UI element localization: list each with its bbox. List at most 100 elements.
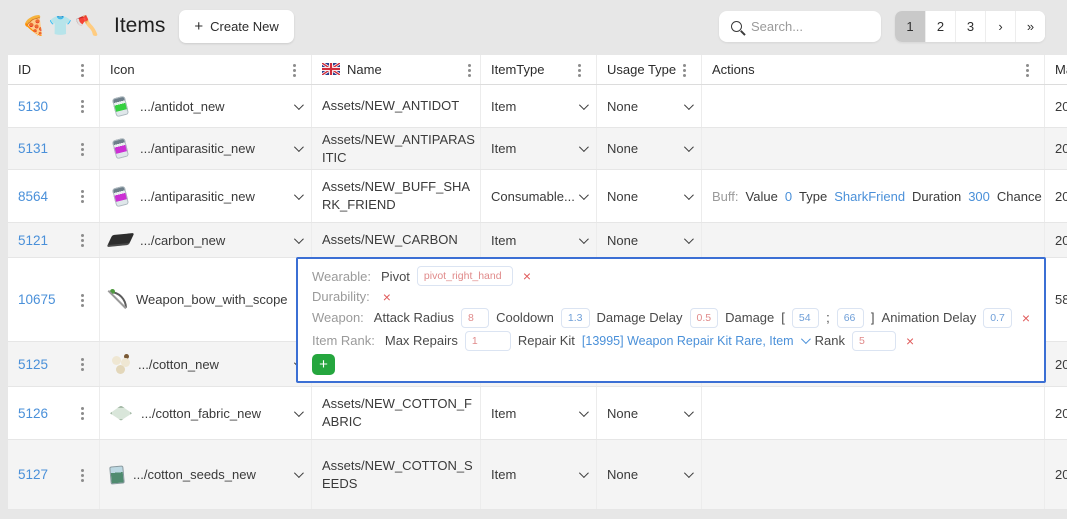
chevron-down-icon [579,142,589,152]
item-name: Assets/NEW_COTTON_SEEDS [322,457,476,492]
chevron-down-icon [579,407,589,417]
chevron-down-icon[interactable] [294,407,304,417]
damage-separator: ; [826,310,830,325]
actions-cell [702,85,1045,127]
max-repairs-label: Max Repairs [385,333,458,348]
item-id-link[interactable]: 5131 [18,141,48,156]
kebab-icon[interactable] [1022,62,1034,78]
itemtype-value: Item [491,141,516,156]
attack-radius-input[interactable]: 8 [461,308,489,328]
itemtype-dropdown[interactable]: Item [481,387,597,439]
kebab-icon[interactable] [77,62,89,78]
table-row: 5130 .../antidot_new Assets/NEW_ANTIDOT … [8,85,1067,128]
chevron-down-icon [684,190,694,200]
item-id-link[interactable]: 5121 [18,233,48,248]
search-box[interactable] [719,11,881,42]
pagination: 1 2 3 › » [895,11,1045,42]
page-button-3[interactable]: 3 [955,11,985,42]
chevron-down-icon[interactable] [801,334,811,344]
itemtype-dropdown[interactable]: Item [481,128,597,169]
itemtype-dropdown[interactable]: Consumable... [481,170,597,222]
kebab-icon[interactable] [77,405,89,421]
item-name: Assets/NEW_CARBON [322,231,458,249]
usagetype-dropdown[interactable]: None [597,128,702,169]
chevron-down-icon [579,100,589,110]
chevron-down-icon[interactable] [294,190,304,200]
last-page-button[interactable]: » [1015,11,1045,42]
damage-delay-input[interactable]: 0.5 [690,308,719,328]
chevron-down-icon [579,468,589,478]
itemtype-dropdown[interactable]: Item [481,440,597,509]
rank-label: Rank [815,333,845,348]
remove-weapon-button[interactable]: × [1022,311,1030,325]
itemtype-dropdown[interactable]: Item [481,85,597,127]
itemtype-dropdown[interactable]: Item [481,223,597,257]
buff-value[interactable]: 0 [785,189,792,204]
kebab-icon[interactable] [77,141,89,157]
item-id-link[interactable]: 8564 [18,189,48,204]
buff-value[interactable]: 300 [968,189,990,204]
animation-delay-input[interactable]: 0.7 [983,308,1012,328]
damage-min-input[interactable]: 54 [792,308,819,328]
chevron-down-icon[interactable] [294,468,304,478]
kebab-icon[interactable] [77,467,89,483]
pivot-input[interactable]: pivot_right_hand [417,266,513,286]
remove-wearable-button[interactable]: × [523,269,531,283]
damage-delay-label: Damage Delay [597,310,683,325]
kebab-icon[interactable] [574,62,586,78]
uk-flag-icon [322,63,340,75]
kebab-icon[interactable] [77,188,89,204]
kebab-icon[interactable] [77,292,89,308]
max-repairs-input[interactable]: 1 [465,331,511,351]
buff-value[interactable]: SharkFriend [834,189,905,204]
item-id-link[interactable]: 5125 [18,357,48,372]
last-cell: 20 [1045,387,1067,439]
usagetype-dropdown[interactable]: None [597,170,702,222]
chevron-down-icon[interactable] [294,234,304,244]
kebab-icon[interactable] [679,62,691,78]
kebab-icon[interactable] [464,62,476,78]
item-id-link[interactable]: 5127 [18,467,48,482]
create-new-button[interactable]: + Create New [179,10,293,43]
plus-icon: + [194,18,203,35]
kebab-icon[interactable] [77,356,89,372]
item-id-link[interactable]: 5130 [18,99,48,114]
bracket-close: ] [871,310,875,325]
last-cell: 20 [1045,85,1067,127]
item-vial-icon [112,185,129,207]
search-input[interactable] [751,19,869,34]
repair-kit-link[interactable]: [13995] Weapon Repair Kit Rare, Item [582,334,794,348]
usagetype-value: None [607,233,638,248]
chevron-down-icon[interactable] [294,100,304,110]
usagetype-value: None [607,406,638,421]
page-button-1[interactable]: 1 [895,11,925,42]
header-id-label: ID [18,62,31,77]
kebab-icon[interactable] [289,62,301,78]
usagetype-dropdown[interactable]: None [597,223,702,257]
next-page-button[interactable]: › [985,11,1015,42]
chevron-down-icon[interactable] [294,142,304,152]
kebab-icon[interactable] [77,98,89,114]
cooldown-input[interactable]: 1.3 [561,308,590,328]
table-row: 8564 .../antiparasitic_new Assets/NEW_BU… [8,170,1067,223]
header-usagetype: Usage Type [597,55,702,84]
remove-durability-button[interactable]: × [383,290,391,304]
damage-max-input[interactable]: 66 [837,308,864,328]
usagetype-dropdown[interactable]: None [597,440,702,509]
item-id-link[interactable]: 5126 [18,406,48,421]
cooldown-label: Cooldown [496,310,554,325]
usagetype-dropdown[interactable]: None [597,387,702,439]
usagetype-dropdown[interactable]: None [597,85,702,127]
itemtype-value: Consumable... [491,189,575,204]
repair-kit-label: Repair Kit [518,333,575,348]
usagetype-value: None [607,99,638,114]
remove-item-rank-button[interactable]: × [906,334,914,348]
page-button-2[interactable]: 2 [925,11,955,42]
kebab-icon[interactable] [77,232,89,248]
chevron-down-icon [684,100,694,110]
add-property-row: + [312,354,1030,375]
item-name: Assets/NEW_ANTIDOT [322,97,459,115]
add-property-button[interactable]: + [312,354,335,375]
item-id-link[interactable]: 10675 [18,292,56,307]
rank-input[interactable]: 5 [852,331,896,351]
